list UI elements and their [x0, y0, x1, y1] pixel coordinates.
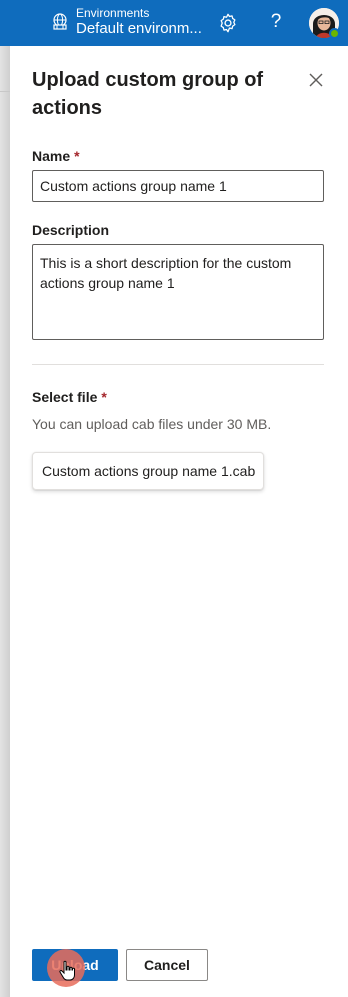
presence-badge	[329, 28, 340, 39]
panel-title: Upload custom group of actions	[32, 69, 264, 119]
environment-label: Environments	[76, 6, 150, 20]
upload-custom-actions-panel: Upload custom group of actions Name* Des…	[10, 46, 348, 997]
environment-picker[interactable]: Environments Default environm...	[76, 6, 228, 38]
name-label-text: Name	[32, 148, 71, 164]
name-label: Name *	[32, 146, 80, 166]
gear-icon[interactable]	[217, 12, 239, 34]
cancel-button[interactable]: Cancel	[126, 949, 208, 981]
top-app-bar: Environments Default environm... ?	[0, 0, 348, 46]
selected-file-button[interactable]: Custom actions group name 1.cab	[32, 452, 264, 490]
file-size-hint: You can upload cab files under 30 MB.	[32, 416, 272, 432]
required-marker: *	[74, 148, 80, 164]
description-label: Description	[32, 220, 109, 240]
description-label-text: Description	[32, 222, 110, 238]
help-icon[interactable]: ?	[266, 9, 286, 35]
required-marker: *	[101, 389, 107, 405]
background-page-edge	[0, 46, 10, 997]
description-input[interactable]: This is a short description for the cust…	[32, 244, 324, 340]
select-file-label-text: Select file	[32, 389, 98, 405]
environment-name[interactable]: Default environm...	[76, 20, 228, 38]
close-icon[interactable]	[306, 70, 326, 90]
section-divider	[32, 364, 324, 365]
background-divider	[0, 91, 10, 92]
user-avatar[interactable]	[309, 8, 340, 39]
environment-icon	[53, 13, 67, 30]
select-file-label: Select file *	[32, 387, 107, 407]
name-input[interactable]	[32, 170, 324, 202]
upload-button[interactable]: Upload	[32, 949, 118, 981]
